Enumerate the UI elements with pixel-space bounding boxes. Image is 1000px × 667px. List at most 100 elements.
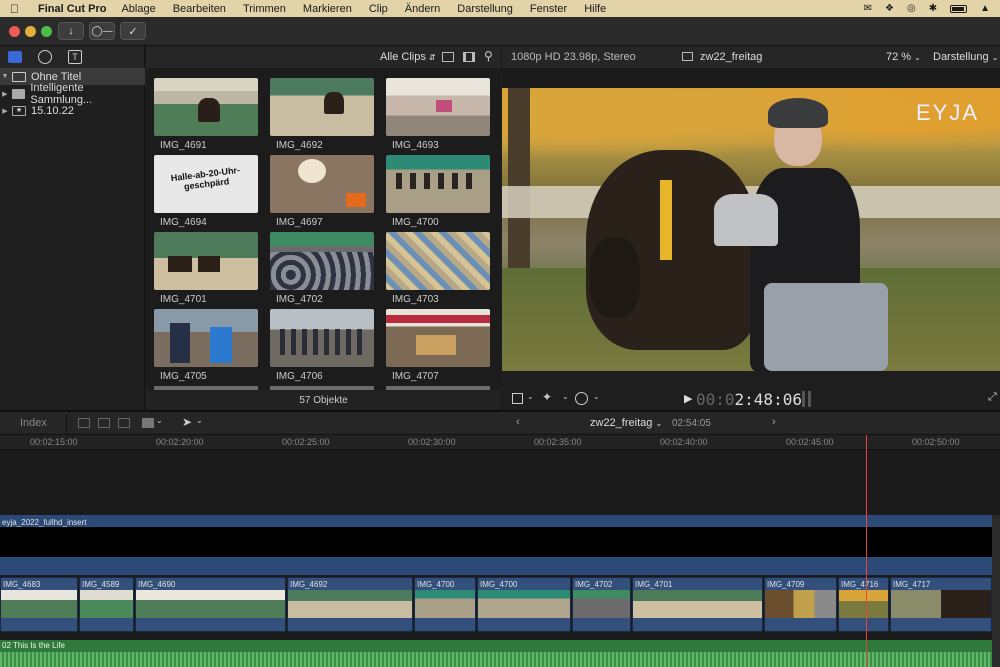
photos-audio-icon[interactable] [38, 50, 52, 64]
search-icon[interactable]: ⚲ [484, 49, 493, 63]
playhead[interactable] [866, 435, 867, 667]
menu-markieren[interactable]: Markieren [303, 3, 352, 15]
format-info: 1080p HD 23.98p, Stereo [511, 51, 636, 63]
menu-ablage[interactable]: Ablage [121, 3, 155, 15]
libraries-icon[interactable] [8, 51, 22, 63]
clip-name: IMG_4701 [160, 294, 207, 305]
browser-clip[interactable]: IMG_4697 [270, 155, 374, 228]
timeline-clip[interactable]: IMG_4716 [838, 577, 889, 632]
timeline-clip-name: IMG_4700 [417, 580, 455, 589]
background-tasks-button[interactable]: ✓ [120, 22, 146, 40]
browser-clip[interactable]: IMG_4707 [386, 309, 490, 382]
clip-thumbnail [154, 232, 258, 290]
disclosure-closed-icon[interactable]: ▶ [0, 107, 10, 115]
timecode-display[interactable]: 00:02:48:06 [696, 390, 802, 409]
clip-name: IMG_4692 [276, 140, 323, 151]
timeline-clip[interactable]: IMG_4709 [764, 577, 837, 632]
chevron-down-icon: ⌄ [991, 53, 999, 62]
library-item-smart-collection[interactable]: ▶ Intelligente Sammlung... [0, 82, 145, 106]
timeline-clip-name: IMG_4683 [3, 580, 41, 589]
ruler-tick: 00:02:50:00 [912, 437, 960, 447]
disclosure-closed-icon[interactable]: ▶ [0, 90, 10, 98]
overwrite-clip-icon[interactable] [142, 418, 154, 428]
menu-bearbeiten[interactable]: Bearbeiten [173, 3, 226, 15]
browser-clip[interactable]: IMG_4692 [270, 78, 374, 151]
timeline-clip[interactable]: IMG_4702 [572, 577, 631, 632]
history-forward-icon[interactable]: › [772, 416, 776, 428]
menu-aendern[interactable]: Ändern [405, 3, 440, 15]
zoom-menu[interactable]: 72 % ⌄ [886, 51, 921, 63]
wifi-icon[interactable]: ▲ [980, 3, 990, 14]
history-back-icon[interactable]: ‹ [516, 416, 520, 428]
connect-clip-icon[interactable] [78, 418, 90, 428]
transform-icon[interactable] [512, 393, 523, 404]
timeline-clip[interactable]: IMG_4717 [890, 577, 992, 632]
filmstrip-icon[interactable] [463, 52, 475, 62]
close-window-button[interactable] [9, 26, 20, 37]
audio-clip[interactable]: 02 This Is the Life [0, 640, 992, 667]
menu-darstellung[interactable]: Darstellung [457, 3, 513, 15]
browser-clip[interactable]: IMG_4703 [386, 232, 490, 305]
browser-clip[interactable]: IMG_4700 [386, 155, 490, 228]
select-tool-icon[interactable]: ➤ [182, 415, 192, 429]
timeline-clip-name: IMG_4717 [893, 580, 931, 589]
magic-wand-icon[interactable]: ✦ [542, 390, 552, 404]
viewer-header: 1080p HD 23.98p, Stereo zw22_freitag 72 … [502, 46, 1000, 68]
timeline-clip[interactable]: IMG_4683 [0, 577, 78, 632]
browser-clip[interactable]: IMG_4706 [270, 309, 374, 382]
play-icon[interactable]: ▶ [684, 392, 692, 405]
insert-clip-icon[interactable] [98, 418, 110, 428]
clip-appearance-icon[interactable] [442, 52, 454, 62]
browser-clip[interactable]: IMG_4702 [270, 232, 374, 305]
menu-fenster[interactable]: Fenster [530, 3, 567, 15]
timecode-leading: 00:0 [696, 390, 735, 409]
timeline-clip[interactable]: IMG_4700 [477, 577, 571, 632]
index-button[interactable]: Index [20, 417, 47, 429]
view-options-menu[interactable]: Darstellung ⌄ [933, 51, 998, 63]
timeline-scrollbar[interactable] [992, 515, 1000, 667]
browser-clip[interactable]: IMG_4693 [386, 78, 490, 151]
timeline-clip[interactable]: IMG_4589 [79, 577, 134, 632]
sign-text: Halle-ab-20-Uhr-geschpärd [170, 164, 241, 192]
bluetooth-icon[interactable]: ✱ [929, 3, 937, 14]
browser-clip[interactable]: IMG_4701 [154, 232, 258, 305]
minimize-window-button[interactable] [25, 26, 36, 37]
timeline-clip[interactable]: IMG_4692 [287, 577, 413, 632]
clip-name: IMG_4702 [276, 294, 323, 305]
import-button[interactable]: ↓ [58, 22, 84, 40]
viewer[interactable]: EYJA [502, 88, 1000, 371]
clip-filter-menu[interactable]: Alle Clips ⇵ [380, 51, 436, 63]
library-item-event[interactable]: ▶ ★ 15.10.22 [0, 102, 145, 119]
creative-cloud-icon[interactable]: ◎ [907, 3, 916, 14]
browser-clip[interactable]: IMG_4705 [154, 309, 258, 382]
timeline-clip[interactable]: IMG_4701 [632, 577, 763, 632]
titles-generators-icon[interactable]: T [68, 50, 82, 64]
timeline-project-menu[interactable]: zw22_freitag ⌄ [590, 417, 662, 429]
disclosure-open-icon[interactable]: ▼ [0, 73, 10, 80]
fullscreen-icon[interactable]: ⤢ [988, 391, 997, 404]
apple-icon[interactable]:  [10, 2, 24, 16]
ruler-tick: 00:02:45:00 [786, 437, 834, 447]
append-clip-icon[interactable] [118, 418, 130, 428]
dropbox-icon[interactable]: ❖ [885, 3, 894, 14]
menu-hilfe[interactable]: Hilfe [584, 3, 606, 15]
zoom-window-button[interactable] [41, 26, 52, 37]
menu-clip[interactable]: Clip [369, 3, 388, 15]
keywords-button[interactable]: ◯— [89, 22, 115, 40]
ruler-tick: 00:02:30:00 [408, 437, 456, 447]
timeline-ruler[interactable]: 00:02:15:00 00:02:20:00 00:02:25:00 00:0… [0, 435, 1000, 450]
battery-icon[interactable] [950, 4, 968, 13]
menu-app-name[interactable]: Final Cut Pro [38, 3, 106, 15]
timeline-clip[interactable]: IMG_4700 [414, 577, 476, 632]
ruler-tick: 00:02:40:00 [660, 437, 708, 447]
message-icon[interactable]: ✉ [864, 3, 872, 14]
clip-thumbnail [270, 232, 374, 290]
menu-trimmen[interactable]: Trimmen [243, 3, 286, 15]
toolbar: ↓ ◯— ✓ [0, 17, 1000, 46]
timeline-clip-name: IMG_4690 [138, 580, 176, 589]
browser-clip[interactable]: IMG_4691 [154, 78, 258, 151]
timeline-clip[interactable]: IMG_4690 [135, 577, 286, 632]
browser-clip[interactable]: Halle-ab-20-Uhr-geschpärd IMG_4694 [154, 155, 258, 228]
speed-gauge-icon[interactable] [575, 392, 588, 405]
ruler-tick: 00:02:35:00 [534, 437, 582, 447]
